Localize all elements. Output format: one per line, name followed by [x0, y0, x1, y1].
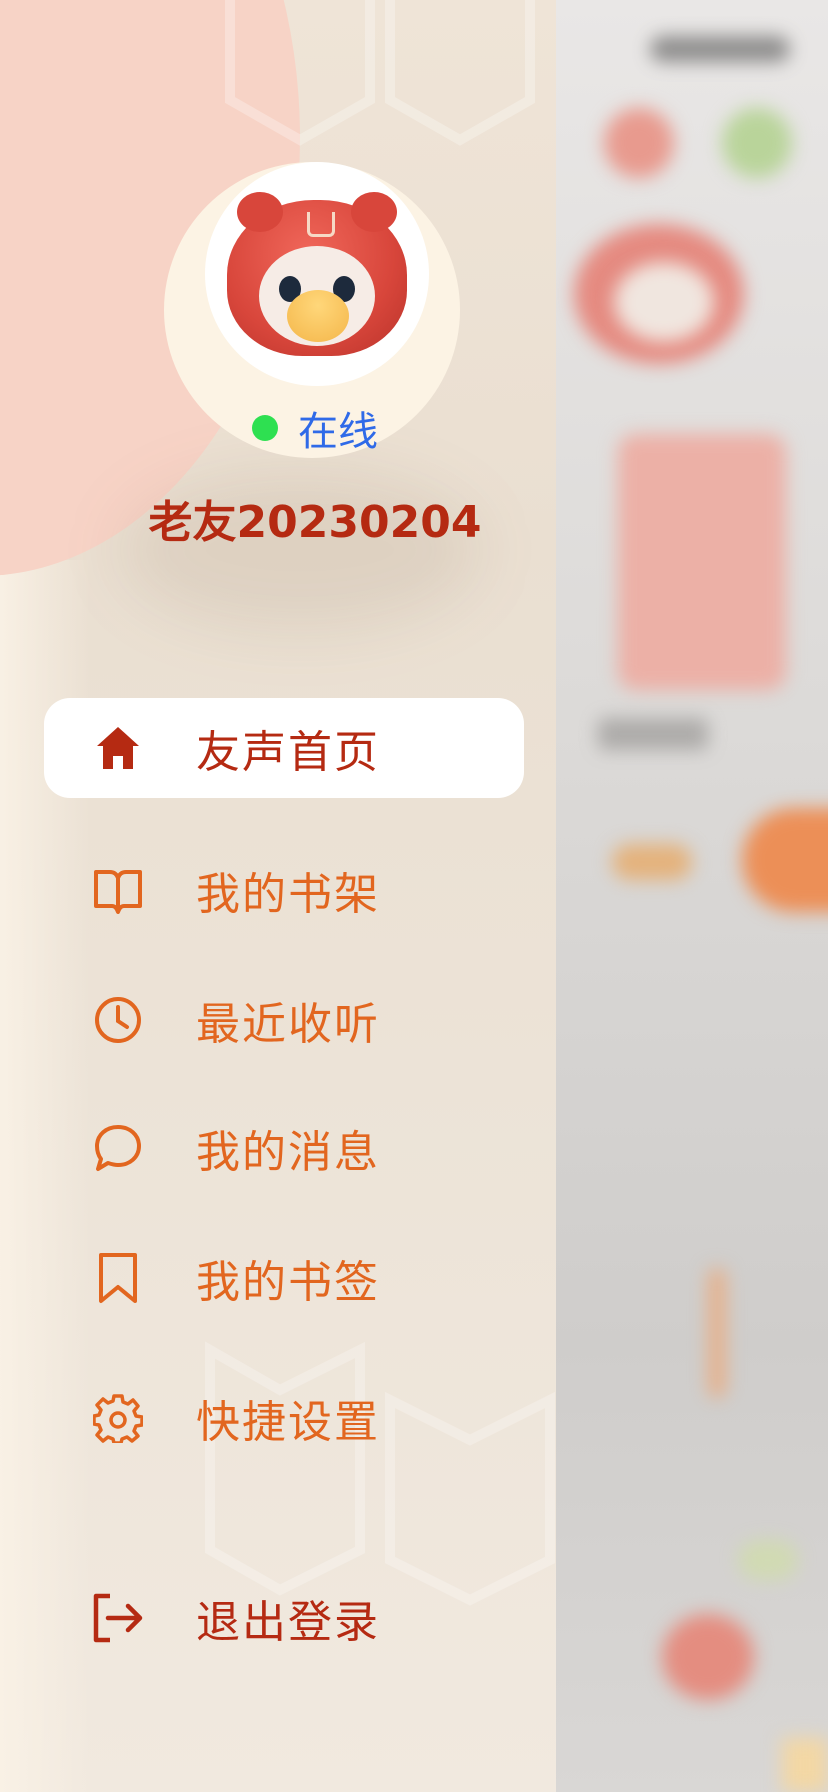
menu-item-recent[interactable]: 最近收听 — [44, 970, 524, 1070]
mascot-ear — [351, 192, 397, 232]
bookmark-icon — [90, 1250, 146, 1306]
blurred-avatar — [722, 108, 792, 178]
menu-item-messages[interactable]: 我的消息 — [44, 1098, 524, 1198]
menu-item-home[interactable]: 友声首页 — [44, 698, 524, 798]
blurred-orange-tab — [742, 808, 828, 912]
mascot-face — [259, 246, 375, 346]
blurred-book-card — [618, 434, 786, 690]
mascot-ear — [237, 192, 283, 232]
blurred-bottom-avatar — [662, 1614, 754, 1700]
menu-item-label: 快捷设置 — [196, 1397, 380, 1448]
home-icon — [90, 720, 146, 776]
mascot-icon — [227, 192, 407, 356]
blurred-pill — [612, 844, 692, 880]
blurred-green-shape — [738, 1540, 798, 1580]
book-icon — [90, 862, 146, 918]
logout-icon — [90, 1590, 146, 1646]
mascot-badge-icon — [307, 212, 335, 237]
online-status: 在线 — [252, 398, 378, 458]
menu-item-label: 我的书架 — [196, 869, 380, 920]
menu-item-label: 友声首页 — [196, 727, 380, 778]
menu-item-label: 最近收听 — [196, 999, 380, 1050]
blurred-mascot-face — [614, 262, 714, 342]
logout-button[interactable]: 退出登录 — [44, 1568, 524, 1668]
blurred-text — [598, 718, 708, 750]
blurred-avatar — [604, 108, 674, 178]
gear-icon — [90, 1390, 146, 1446]
logout-label: 退出登录 — [196, 1597, 380, 1648]
status-bar-indicators — [650, 36, 790, 62]
online-dot-icon — [252, 415, 278, 441]
menu-item-label: 我的消息 — [196, 1127, 380, 1178]
decorative-bookmark-icon — [225, 0, 535, 146]
menu-item-bookshelf[interactable]: 我的书架 — [44, 840, 524, 940]
side-drawer: 在线 老友20230204 友声首页 我的书架 最近收听 我的消息 我的书签 快… — [0, 0, 556, 1792]
blurred-corner — [782, 1738, 828, 1792]
chat-bubble-icon — [90, 1120, 146, 1176]
username: 老友20230204 — [148, 497, 482, 548]
menu-item-bookmarks[interactable]: 我的书签 — [44, 1228, 524, 1328]
avatar[interactable] — [205, 162, 429, 386]
menu-item-label: 我的书签 — [196, 1257, 380, 1308]
clock-icon — [90, 992, 146, 1048]
online-status-text: 在线 — [298, 409, 378, 455]
blurred-slider — [708, 1268, 726, 1398]
menu-item-settings[interactable]: 快捷设置 — [44, 1368, 524, 1468]
mascot-beak — [287, 290, 349, 342]
